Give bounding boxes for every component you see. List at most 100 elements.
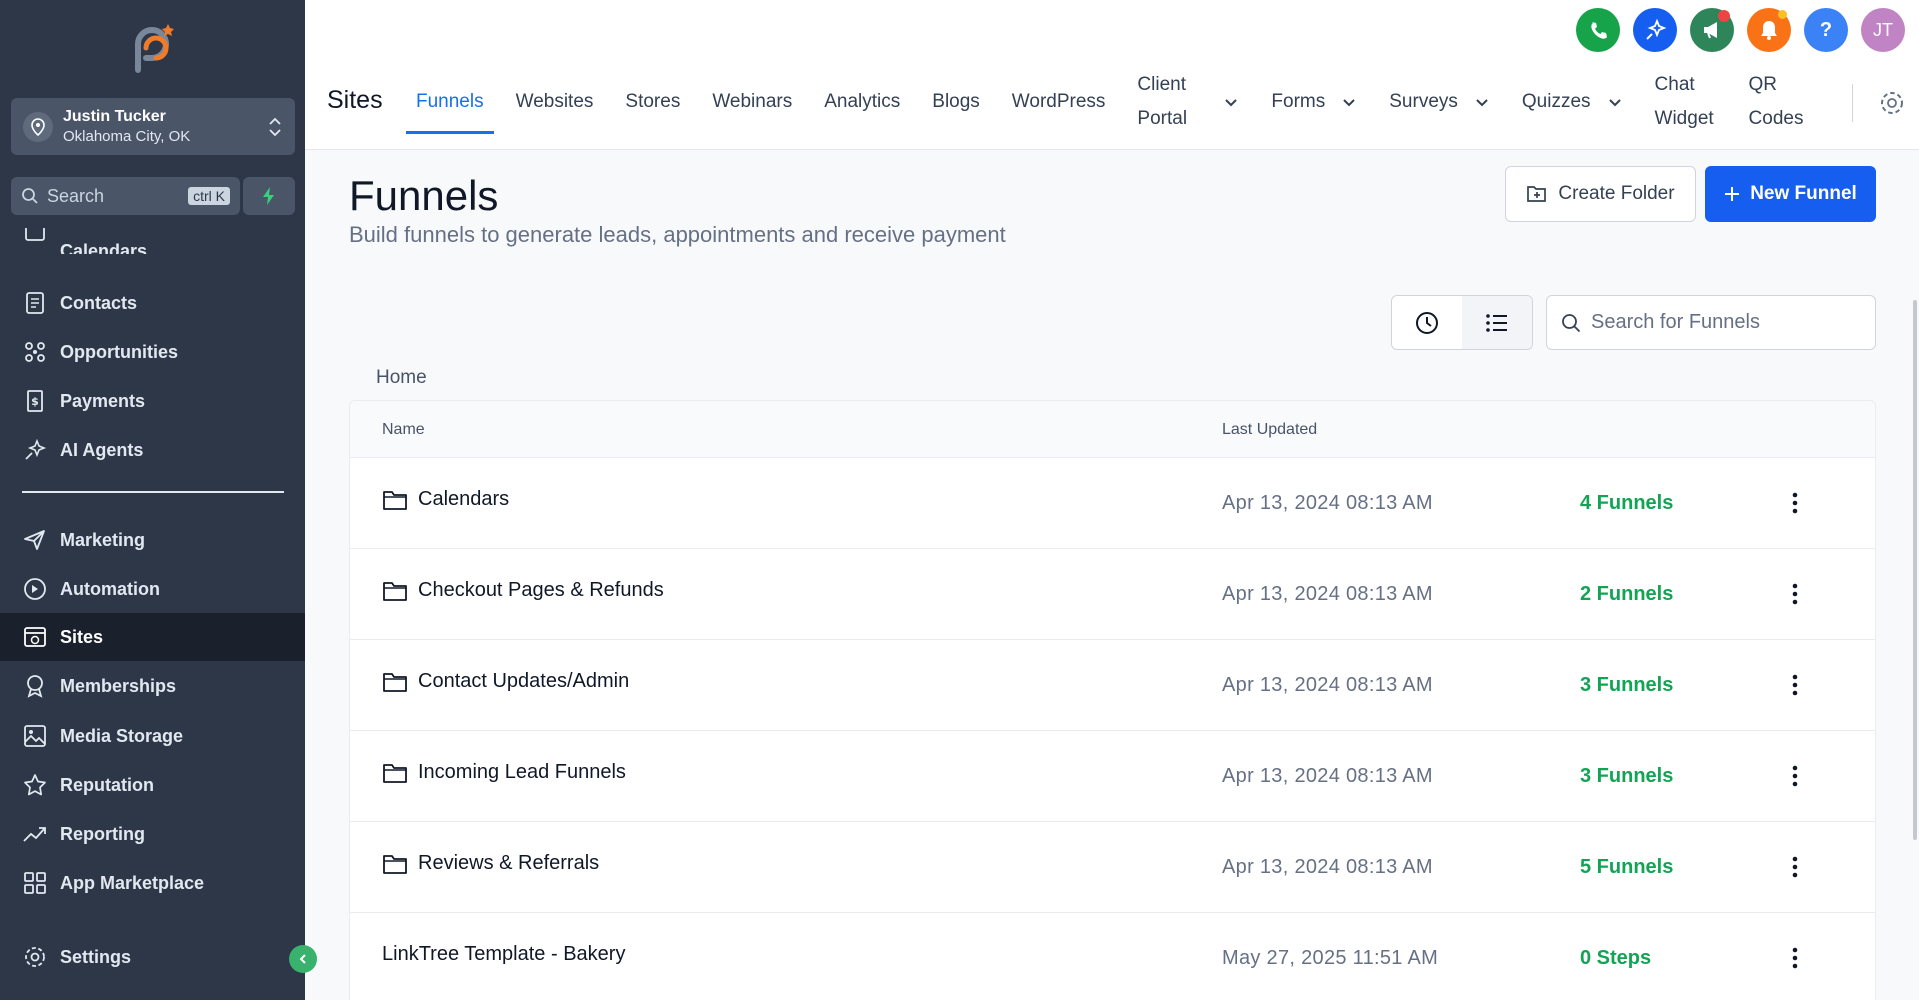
- sidebar-item-label: AI Agents: [60, 439, 144, 460]
- tab-wordpress[interactable]: WordPress: [996, 72, 1122, 132]
- row-name: Incoming Lead Funnels: [418, 761, 626, 783]
- recent-view-button[interactable]: [1392, 296, 1462, 349]
- chevron-down-icon: [1225, 99, 1238, 107]
- sparkle-icon: [1646, 18, 1667, 40]
- folder-plus-icon: [1527, 186, 1547, 202]
- payments-icon: $: [27, 390, 43, 412]
- row-updated: Apr 13, 2024 08:13 AM: [1222, 856, 1433, 878]
- column-header-last-updated[interactable]: Last Updated: [1222, 421, 1317, 439]
- settings-icon: [25, 947, 45, 967]
- search-icon: [22, 188, 38, 204]
- sidebar-item-settings[interactable]: Settings: [0, 933, 305, 981]
- calendar-icon: [25, 228, 45, 241]
- help-icon: ?: [1819, 18, 1833, 41]
- sidebar-item-app-marketplace[interactable]: App Marketplace: [0, 859, 305, 907]
- sidebar-search[interactable]: Search ctrl K: [11, 177, 240, 215]
- sidebar-item-label: Reporting: [60, 823, 145, 844]
- sidebar-item-label: Payments: [60, 390, 146, 411]
- funnel-search-input[interactable]: Search for Funnels: [1546, 295, 1876, 350]
- chevron-left-icon: [299, 954, 306, 964]
- folder-icon: [383, 672, 407, 692]
- more-options-button[interactable]: [1780, 579, 1810, 609]
- tab-label: Surveys: [1389, 90, 1458, 112]
- sidebar-item-opportunities[interactable]: Opportunities: [0, 328, 305, 376]
- tab-chat-widget[interactable]: Chat Widget: [1639, 72, 1733, 132]
- table-row[interactable]: Reviews & Referrals Apr 13, 2024 08:13 A…: [350, 822, 1875, 913]
- column-header-name[interactable]: Name: [382, 421, 425, 439]
- create-folder-button[interactable]: Create Folder: [1505, 166, 1696, 222]
- sidebar-item-automation[interactable]: Automation: [0, 565, 305, 613]
- tab-analytics[interactable]: Analytics: [808, 72, 916, 132]
- chevron-up-down-icon: [269, 117, 281, 136]
- tab-webinars[interactable]: Webinars: [696, 72, 808, 132]
- row-count: 3 Funnels: [1580, 765, 1674, 787]
- more-options-button[interactable]: [1780, 488, 1810, 518]
- table-row[interactable]: LinkTree Template - Bakery May 27, 2025 …: [350, 913, 1875, 1000]
- sidebar-item-ai-agents[interactable]: AI Agents: [0, 426, 305, 474]
- sidebar-item-payments[interactable]: $ Payments: [0, 377, 305, 425]
- lightning-icon: [263, 187, 274, 205]
- more-options-button[interactable]: [1780, 761, 1810, 791]
- notifications-button[interactable]: [1747, 8, 1791, 52]
- sidebar-item-sites[interactable]: Sites: [0, 613, 305, 661]
- tab-label: Forms: [1271, 90, 1326, 112]
- help-button[interactable]: ?: [1804, 8, 1848, 52]
- sidebar-item-reporting[interactable]: Reporting: [0, 810, 305, 858]
- sidebar-item-reputation[interactable]: Reputation: [0, 761, 305, 809]
- more-options-button[interactable]: [1780, 943, 1810, 973]
- reputation-icon: [24, 774, 46, 796]
- kebab-menu-icon: [1792, 856, 1798, 878]
- top-bar: ? JT Sites Funnels Websites Stores Webin…: [305, 0, 1919, 150]
- row-count: 4 Funnels: [1580, 492, 1674, 514]
- sidebar-item-marketing[interactable]: Marketing: [0, 516, 305, 564]
- media-storage-icon: [24, 725, 46, 747]
- scrollbar[interactable]: [1913, 300, 1917, 840]
- sidebar-item-label: Sites: [60, 626, 104, 647]
- sidebar-item-media-storage[interactable]: Media Storage: [0, 712, 305, 760]
- row-count: 3 Funnels: [1580, 674, 1674, 696]
- folder-icon: [383, 490, 407, 510]
- phone-icon: [1591, 22, 1607, 39]
- sites-icon: [24, 627, 46, 647]
- table-row[interactable]: Contact Updates/Admin Apr 13, 2024 08:13…: [350, 640, 1875, 731]
- more-options-button[interactable]: [1780, 852, 1810, 882]
- tab-stores[interactable]: Stores: [609, 72, 696, 132]
- tab-blogs[interactable]: Blogs: [916, 72, 996, 132]
- location-pin-icon: [23, 111, 53, 142]
- gear-icon[interactable]: [1877, 88, 1907, 118]
- sidebar-item-contacts[interactable]: Contacts: [0, 279, 305, 327]
- table-row[interactable]: Checkout Pages & Refunds Apr 13, 2024 08…: [350, 549, 1875, 640]
- row-count: 2 Funnels: [1580, 583, 1674, 605]
- announcements-button[interactable]: [1690, 8, 1734, 52]
- sidebar-item-memberships[interactable]: Memberships: [0, 662, 305, 710]
- collapse-sidebar-button[interactable]: [289, 945, 317, 973]
- funnels-table: Name Last Updated Calendars Apr 13, 2024…: [349, 400, 1876, 1000]
- table-row[interactable]: Calendars Apr 13, 2024 08:13 AM 4 Funnel…: [350, 458, 1875, 549]
- account-switcher[interactable]: Justin Tucker Oklahoma City, OK: [11, 98, 295, 155]
- tab-surveys[interactable]: Surveys: [1373, 72, 1506, 132]
- notification-dot: [1718, 10, 1730, 22]
- topbar-divider: [1852, 84, 1853, 122]
- search-label: Search: [47, 185, 105, 206]
- breadcrumb[interactable]: Home: [376, 367, 427, 389]
- brand-logo[interactable]: [120, 18, 182, 80]
- reporting-icon: [23, 827, 46, 842]
- ai-assistant-button[interactable]: [1633, 8, 1677, 52]
- tab-forms[interactable]: Forms: [1255, 72, 1373, 132]
- more-options-button[interactable]: [1780, 670, 1810, 700]
- tab-client-portal[interactable]: Client Portal: [1121, 72, 1255, 132]
- sidebar-item-calendars[interactable]: Calendars: [0, 226, 305, 254]
- tab-websites[interactable]: Websites: [500, 72, 610, 132]
- quick-actions-button[interactable]: [243, 177, 295, 215]
- new-funnel-button[interactable]: New Funnel: [1705, 166, 1876, 222]
- phone-button[interactable]: [1576, 8, 1620, 52]
- automation-icon: [24, 578, 46, 600]
- section-title: Sites: [327, 86, 383, 114]
- avatar[interactable]: JT: [1861, 8, 1905, 52]
- tab-qr-codes[interactable]: QR Codes: [1733, 72, 1817, 132]
- tab-quizzes[interactable]: Quizzes: [1506, 72, 1639, 132]
- list-view-button[interactable]: [1462, 296, 1532, 349]
- sidebar-item-label: Marketing: [60, 529, 146, 550]
- tab-funnels[interactable]: Funnels: [400, 72, 500, 134]
- table-row[interactable]: Incoming Lead Funnels Apr 13, 2024 08:13…: [350, 731, 1875, 822]
